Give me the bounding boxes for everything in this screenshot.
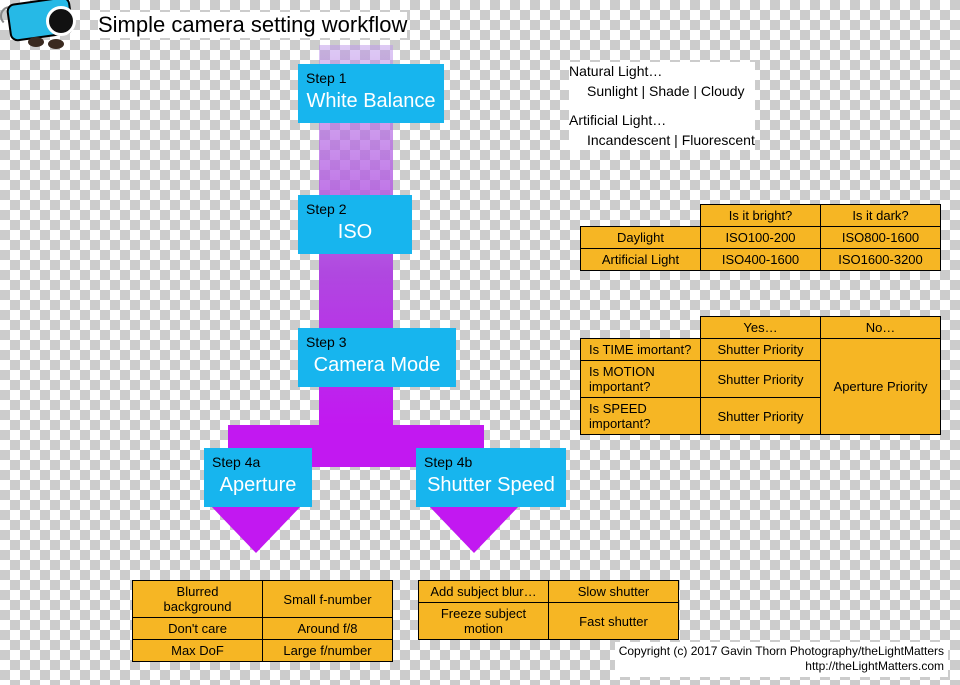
mode-question: Is SPEED important? — [581, 398, 701, 435]
iso-table: Is it bright? Is it dark? Daylight ISO10… — [580, 204, 941, 271]
wb-artificial-values: Incandescent | Fluorescent — [569, 131, 755, 151]
blank-cell — [581, 205, 701, 227]
mode-col-no: No… — [821, 317, 941, 339]
iso-row-label: Daylight — [581, 227, 701, 249]
mode-yes: Shutter Priority — [701, 339, 821, 361]
footer-line1: Copyright (c) 2017 Gavin Thorn Photograp… — [619, 644, 944, 660]
iso-row-label: Artificial Light — [581, 249, 701, 271]
table-row: Daylight ISO100-200 ISO800-1600 — [581, 227, 941, 249]
shutter-choice: Fast shutter — [549, 603, 679, 640]
step-name: Camera Mode — [306, 354, 448, 377]
table-row: Add subject blur… Slow shutter — [419, 581, 679, 603]
step-white-balance: Step 1 White Balance — [298, 64, 444, 123]
arrow-head-right — [428, 505, 520, 553]
iso-cell: ISO1600-3200 — [821, 249, 941, 271]
step-name: ISO — [306, 221, 404, 244]
mode-yes: Shutter Priority — [701, 361, 821, 398]
mode-table: Yes… No… Is TIME imortant? Shutter Prior… — [580, 316, 941, 435]
step-iso: Step 2 ISO — [298, 195, 412, 254]
wb-natural-values: Sunlight | Shade | Cloudy — [569, 82, 755, 102]
mode-question: Is MOTION important? — [581, 361, 701, 398]
step-name: White Balance — [306, 90, 436, 113]
step-name: Aperture — [212, 474, 304, 497]
iso-cell: ISO100-200 — [701, 227, 821, 249]
step-shutter-speed: Step 4b Shutter Speed — [416, 448, 566, 507]
mode-col-yes: Yes… — [701, 317, 821, 339]
aperture-table: Blurred background Small f-number Don't … — [132, 580, 393, 662]
table-row: Artificial Light ISO400-1600 ISO1600-320… — [581, 249, 941, 271]
step-camera-mode: Step 3 Camera Mode — [298, 328, 456, 387]
footer-copyright: Copyright (c) 2017 Gavin Thorn Photograp… — [615, 642, 948, 677]
shutter-goal: Add subject blur… — [419, 581, 549, 603]
shutter-table: Add subject blur… Slow shutter Freeze su… — [418, 580, 679, 640]
table-row: Blurred background Small f-number — [133, 581, 393, 618]
mode-question: Is TIME imortant? — [581, 339, 701, 361]
shutter-choice: Slow shutter — [549, 581, 679, 603]
white-balance-notes: Natural Light… Sunlight | Shade | Cloudy… — [569, 62, 755, 150]
arrow-head-left — [210, 505, 302, 553]
iso-col-bright: Is it bright? — [701, 205, 821, 227]
aperture-goal: Don't care — [133, 618, 263, 640]
blank-cell — [581, 317, 701, 339]
aperture-goal: Max DoF — [133, 640, 263, 662]
step-label: Step 1 — [306, 70, 436, 86]
step-aperture: Step 4a Aperture — [204, 448, 312, 507]
aperture-goal: Blurred background — [133, 581, 263, 618]
aperture-choice: Large f/number — [263, 640, 393, 662]
mode-yes: Shutter Priority — [701, 398, 821, 435]
aperture-choice: Small f-number — [263, 581, 393, 618]
camera-logo-icon — [0, 0, 95, 55]
iso-col-dark: Is it dark? — [821, 205, 941, 227]
iso-cell: ISO400-1600 — [701, 249, 821, 271]
iso-cell: ISO800-1600 — [821, 227, 941, 249]
aperture-choice: Around f/8 — [263, 618, 393, 640]
footer-line2: http://theLightMatters.com — [619, 659, 944, 675]
table-row: Don't care Around f/8 — [133, 618, 393, 640]
wb-natural-header: Natural Light… — [569, 62, 755, 82]
table-row: Freeze subject motion Fast shutter — [419, 603, 679, 640]
mode-no-merged: Aperture Priority — [821, 339, 941, 435]
wb-artificial-header: Artificial Light… — [569, 111, 755, 131]
table-row: Max DoF Large f/number — [133, 640, 393, 662]
page-title: Simple camera setting workflow — [98, 12, 407, 38]
step-label: Step 3 — [306, 334, 448, 350]
step-name: Shutter Speed — [424, 474, 558, 497]
step-label: Step 2 — [306, 201, 404, 217]
step-label: Step 4b — [424, 454, 558, 470]
shutter-goal: Freeze subject motion — [419, 603, 549, 640]
table-row: Is TIME imortant? Shutter Priority Apert… — [581, 339, 941, 361]
step-label: Step 4a — [212, 454, 304, 470]
